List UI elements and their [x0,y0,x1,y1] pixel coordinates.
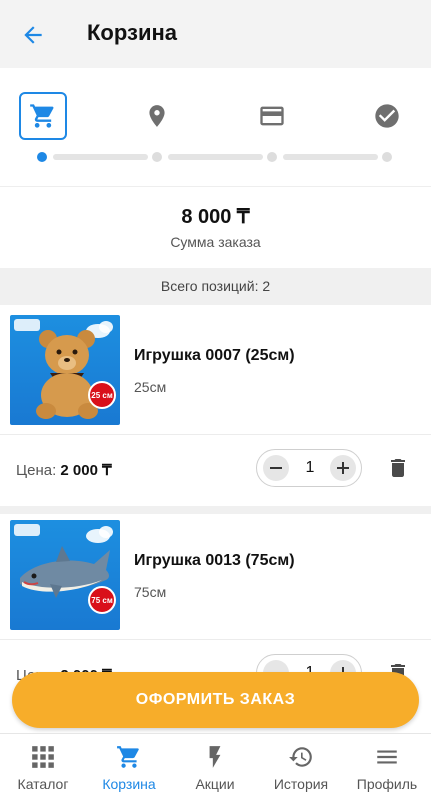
nav-label: Каталог [17,776,69,792]
size-badge: 25 см [88,381,116,409]
step-confirm[interactable] [363,92,411,140]
progress-line [53,154,148,160]
delete-item-button[interactable] [386,455,410,481]
progress-dot-address [152,152,162,162]
item-name[interactable]: Игрушка 0013 (75см) [134,552,295,570]
nav-label: Корзина [102,776,156,792]
decrease-button[interactable] [263,455,289,481]
progress-line [283,154,378,160]
menu-icon [377,750,397,764]
cart-item: 75 см Игрушка 0013 (75см) 75см Цена: 2 0… [0,514,431,692]
cart-icon [30,104,54,128]
lightning-icon [209,746,221,768]
credit-card-icon [260,106,284,126]
order-total: 8 000 ₸ Сумма заказа [0,188,431,268]
progress-dot-confirm [382,152,392,162]
location-pin-icon [149,105,165,127]
total-amount: 8 000 ₸ [181,206,250,228]
trash-icon [391,459,405,477]
progress-dot-cart [37,152,47,162]
size-badge: 75 см [88,586,116,614]
checkout-stepper [0,68,431,187]
step-payment[interactable] [248,92,296,140]
item-size: 25см [134,379,167,395]
back-arrow-icon[interactable] [20,22,46,48]
progress-dot-payment [267,152,277,162]
total-caption: Сумма заказа [170,234,261,250]
plus-icon [337,462,349,474]
item-name[interactable]: Игрушка 0007 (25см) [134,347,295,365]
app-header: Корзина [0,0,431,68]
grid-icon [32,746,54,768]
cart-icon [117,746,139,768]
nav-profile[interactable]: Профиль [344,734,430,800]
checkout-button[interactable]: ОФОРМИТЬ ЗАКАЗ [12,672,419,728]
nav-label: Акции [195,776,235,792]
item-separator [0,506,431,514]
nav-label: История [273,776,329,792]
item-size: 75см [134,584,167,600]
product-image-shark[interactable]: 75 см [10,520,120,630]
history-icon [289,747,312,767]
step-cart[interactable] [19,92,67,140]
item-count: Всего позиций: 2 [0,268,431,305]
step-address[interactable] [133,92,181,140]
item-price: Цена: 2 000 ₸ [16,461,112,479]
page-title: Корзина [87,20,177,45]
nav-promotions[interactable]: Акции [172,734,258,800]
nav-cart[interactable]: Корзина [86,734,172,800]
progress-line [168,154,263,160]
check-circle-icon [375,104,399,128]
nav-catalog[interactable]: Каталог [0,734,86,800]
nav-label: Профиль [356,776,418,792]
price-value: 2 000 ₸ [60,462,112,479]
bottom-navigation: Каталог Корзина Акции История Профиль [0,733,431,800]
product-image-teddy-bear[interactable]: 25 см [10,315,120,425]
quantity-value: 1 [305,459,315,476]
price-label: Цена: [16,462,57,479]
cart-item: 25 см Игрушка 0007 (25см) 25см Цена: 2 0… [0,305,431,506]
quantity-stepper: 1 [256,449,362,487]
minus-icon [270,467,282,469]
nav-history[interactable]: История [258,734,344,800]
increase-button[interactable] [330,455,356,481]
